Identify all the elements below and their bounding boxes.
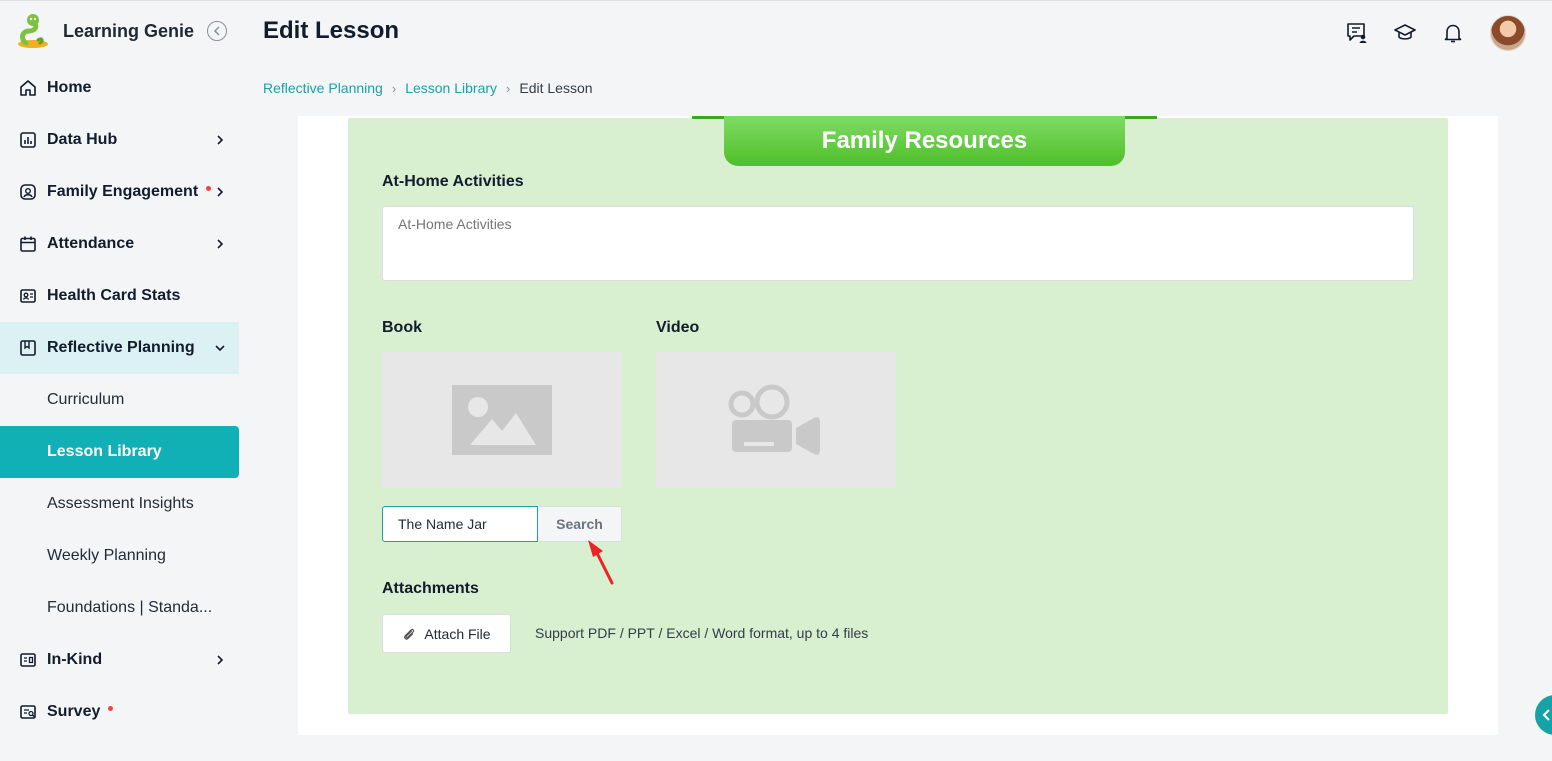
- bell-icon: [1444, 24, 1462, 43]
- sidebar-item-label: Survey: [47, 703, 101, 720]
- home-icon: [19, 79, 37, 97]
- messages-button[interactable]: [1344, 20, 1370, 46]
- sidebar: Learning Genie Home Data Hub Family Enga…: [0, 1, 245, 761]
- section-title-ribbon: Family Resources: [724, 116, 1125, 166]
- family-icon: [19, 183, 37, 201]
- attach-file-button[interactable]: Attach File: [382, 614, 511, 653]
- sidebar-item-label: Attendance: [47, 235, 135, 252]
- sidebar-item-attendance[interactable]: Attendance: [0, 218, 239, 270]
- book-label: Book: [382, 319, 422, 336]
- chat-user-icon: [1347, 23, 1367, 43]
- sidebar-item-health-card-stats[interactable]: Health Card Stats: [0, 270, 239, 322]
- notification-dot: [108, 705, 114, 711]
- chevron-left-icon: [1542, 709, 1550, 721]
- sidebar-subitem-curriculum[interactable]: Curriculum: [0, 374, 239, 426]
- sidebar-item-data-hub[interactable]: Data Hub: [0, 114, 239, 166]
- chevron-down-icon: [215, 345, 225, 352]
- video-camera-icon: [728, 384, 820, 455]
- collapse-sidebar-button[interactable]: [207, 21, 227, 41]
- learning-genie-logo-icon: [18, 14, 48, 48]
- chevron-right-icon: [217, 239, 224, 249]
- attachment-format-hint: Support PDF / PPT / Excel / Word format,…: [535, 625, 869, 641]
- chevron-right-icon: [217, 187, 224, 197]
- sidebar-subitem-foundations-standards[interactable]: Foundations | Standa...: [0, 582, 239, 634]
- in-kind-icon: [19, 651, 37, 669]
- calendar-icon: [19, 235, 37, 253]
- chevron-right-icon: [217, 135, 224, 145]
- bottom-strip: [245, 735, 1552, 761]
- sidebar-item-label: Reflective Planning: [47, 339, 195, 356]
- book-search-input[interactable]: [382, 506, 538, 542]
- notification-dot: [206, 185, 212, 191]
- page-title: Edit Lesson: [263, 17, 400, 44]
- attach-file-label: Attach File: [424, 625, 491, 642]
- health-card-icon: [19, 287, 37, 305]
- breadcrumb: Reflective Planning › Lesson Library › E…: [263, 80, 593, 96]
- chevron-right-icon: [217, 655, 224, 665]
- brand[interactable]: Learning Genie: [16, 13, 231, 49]
- sidebar-subitem-lesson-library[interactable]: Lesson Library: [0, 426, 239, 478]
- breadcrumb-reflective-planning[interactable]: Reflective Planning: [263, 80, 383, 96]
- video-placeholder[interactable]: [656, 352, 896, 488]
- floating-help-button[interactable]: [1535, 695, 1552, 735]
- sidebar-item-in-kind[interactable]: In-Kind: [0, 634, 239, 686]
- sidebar-item-label: Health Card Stats: [47, 287, 181, 304]
- notifications-button[interactable]: [1440, 20, 1466, 46]
- breadcrumb-current: Edit Lesson: [519, 80, 593, 96]
- bookmark-icon: [19, 339, 37, 357]
- sidebar-item-label: Family Engagement: [47, 183, 199, 200]
- paperclip-icon: [404, 628, 415, 640]
- survey-icon: [19, 703, 37, 721]
- ribbon-tab-right: [1123, 116, 1157, 119]
- header-actions: [1344, 20, 1488, 46]
- training-button[interactable]: [1392, 20, 1418, 46]
- brand-name: Learning Genie: [63, 20, 195, 41]
- sidebar-item-label: In-Kind: [47, 651, 103, 668]
- graduation-cap-icon: [1394, 24, 1416, 40]
- sidebar-nav: Home Data Hub Family Engagement Attendan…: [0, 62, 245, 738]
- sidebar-item-label: Data Hub: [47, 131, 118, 148]
- sidebar-subitem-assessment-insights[interactable]: Assessment Insights: [0, 478, 239, 530]
- sidebar-item-survey[interactable]: Survey: [0, 686, 239, 738]
- video-label: Video: [656, 319, 700, 336]
- breadcrumb-lesson-library[interactable]: Lesson Library: [405, 80, 497, 96]
- sidebar-item-label: Home: [47, 79, 92, 96]
- sidebar-item-reflective-planning[interactable]: Reflective Planning: [0, 322, 239, 374]
- book-image-placeholder[interactable]: [382, 352, 622, 488]
- chevron-left-icon: [213, 26, 220, 36]
- sidebar-subitem-weekly-planning[interactable]: Weekly Planning: [0, 530, 239, 582]
- red-annotation-arrow-icon: [588, 540, 614, 585]
- sidebar-item-home[interactable]: Home: [0, 62, 239, 114]
- user-avatar[interactable]: [1490, 15, 1526, 51]
- bar-chart-icon: [19, 131, 37, 149]
- sidebar-item-family-engagement[interactable]: Family Engagement: [0, 166, 239, 218]
- breadcrumb-separator-icon: ›: [391, 80, 397, 96]
- at-home-activities-label: At-Home Activities: [382, 173, 524, 190]
- at-home-activities-input[interactable]: [382, 206, 1414, 281]
- attachments-label: Attachments: [382, 580, 479, 597]
- ribbon-tab-left: [692, 116, 726, 119]
- image-placeholder-icon: [452, 385, 552, 455]
- breadcrumb-separator-icon: ›: [506, 80, 511, 96]
